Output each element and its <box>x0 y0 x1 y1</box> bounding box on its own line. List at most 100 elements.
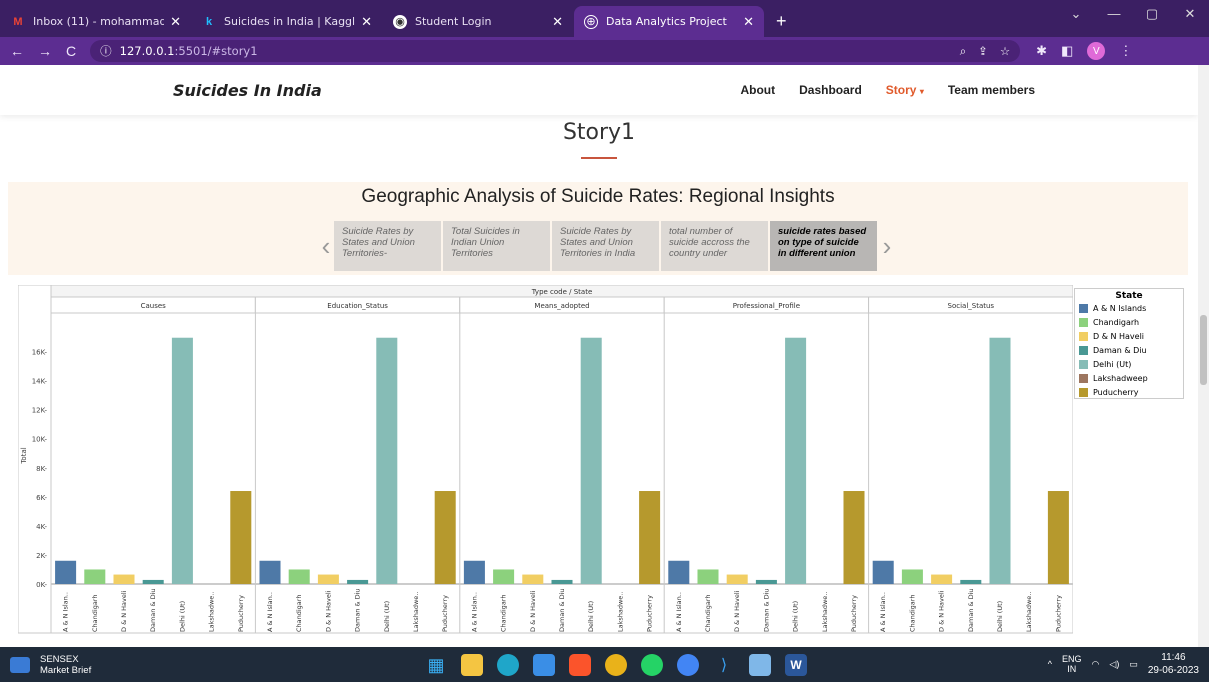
chevron-right-icon[interactable]: › <box>879 233 895 259</box>
tab-title: Suicides in India | Kaggle <box>224 15 356 28</box>
legend-item[interactable]: Daman & Diu <box>1075 343 1183 357</box>
site-nav: About Dashboard Story ▾ Team members <box>740 83 1035 97</box>
globe-icon: ⊕ <box>584 14 598 29</box>
close-icon[interactable]: ✕ <box>552 14 563 30</box>
legend-item[interactable]: Puducherry <box>1075 385 1183 399</box>
windows-start-icon[interactable]: ▦ <box>425 654 447 676</box>
system-tray: ^ ENG IN ◠ ◁) ▭ 11:46 29-06-2023 <box>1048 651 1199 677</box>
sensex-widget[interactable]: SENSEX Market Brief <box>10 654 91 676</box>
edge-icon[interactable] <box>497 654 519 676</box>
taskbar-apps: ▦ ⟩ W <box>425 654 807 676</box>
x-tick-label: D & N Haveli <box>324 590 332 632</box>
legend-item[interactable]: Lakshadweep <box>1075 371 1183 385</box>
x-tick-label: A & N Islan.. <box>266 592 274 632</box>
nav-about[interactable]: About <box>740 83 775 97</box>
close-icon[interactable]: ✕ <box>170 14 181 30</box>
bookmark-star-icon[interactable]: ☆ <box>1000 44 1010 59</box>
url-path: :5501/#story1 <box>174 44 258 58</box>
bar <box>55 560 77 584</box>
globe-icon: ◉ <box>393 14 407 29</box>
gmail-icon: M <box>13 15 23 28</box>
address-bar-row: ← → C ⓘ 127.0.0.1:5501/#story1 ⌕ ⇪ ☆ ✱ ◧… <box>0 37 1209 65</box>
whatsapp-icon[interactable] <box>641 654 663 676</box>
brave-icon[interactable] <box>569 654 591 676</box>
back-icon[interactable]: ← <box>10 43 24 59</box>
chrome-profile-icon[interactable] <box>677 654 699 676</box>
tab-title: Data Analytics Project <box>606 15 727 28</box>
x-tick-label: Daman & Diu <box>762 588 770 632</box>
story-point-5[interactable]: suicide rates based on type of suicide i… <box>770 221 877 271</box>
y-tick-label: 14K- <box>32 378 48 386</box>
nav-team-members[interactable]: Team members <box>948 83 1035 97</box>
store-icon[interactable] <box>533 654 555 676</box>
new-tab-button[interactable]: + <box>764 6 799 37</box>
chevron-left-icon[interactable]: ‹ <box>318 233 334 259</box>
legend-item[interactable]: Chandigarh <box>1075 315 1183 329</box>
file-explorer-icon[interactable] <box>461 654 483 676</box>
url-field[interactable]: ⓘ 127.0.0.1:5501/#story1 ⌕ ⇪ ☆ <box>90 40 1021 62</box>
language-indicator[interactable]: ENG IN <box>1062 654 1082 674</box>
zoom-icon[interactable]: ⌕ <box>960 44 966 59</box>
bar <box>872 560 894 584</box>
wifi-icon[interactable]: ◠ <box>1092 659 1100 670</box>
tableau-embed[interactable]: Geographic Analysis of Suicide Rates: Re… <box>8 182 1188 647</box>
scrollbar-thumb[interactable] <box>1200 315 1207 385</box>
story-point-2[interactable]: Total Suicides in Indian Union Territori… <box>443 221 550 271</box>
reload-icon[interactable]: C <box>66 43 76 59</box>
url-host: 127.0.0.1 <box>119 44 175 58</box>
restore-button[interactable]: ▢ <box>1133 6 1171 22</box>
legend-label: Lakshadweep <box>1093 373 1148 383</box>
tab-student-login[interactable]: ◉ Student Login ✕ <box>383 6 573 37</box>
story-point-3[interactable]: Suicide Rates by States and Union Territ… <box>552 221 659 271</box>
nav-dashboard[interactable]: Dashboard <box>799 83 862 97</box>
volume-icon[interactable]: ◁) <box>1109 659 1119 670</box>
story-point-4[interactable]: total number of suicide accross the coun… <box>661 221 768 271</box>
close-icon[interactable]: ✕ <box>361 14 372 30</box>
x-tick-label: A & N Islan.. <box>470 592 478 632</box>
legend-item[interactable]: Delhi (Ut) <box>1075 357 1183 371</box>
share-icon[interactable]: ⇪ <box>978 44 988 59</box>
vscode-icon[interactable]: ⟩ <box>713 654 735 676</box>
clock[interactable]: 11:46 29-06-2023 <box>1148 651 1199 677</box>
y-tick-label: 0K- <box>36 581 47 589</box>
legend-item[interactable]: D & N Haveli <box>1075 329 1183 343</box>
bar <box>259 560 281 584</box>
avatar[interactable]: V <box>1087 42 1106 60</box>
menu-icon[interactable]: ⋮ <box>1119 43 1132 59</box>
panel-label: Social_Status <box>948 302 995 310</box>
x-tick-label: Lakshadwe.. <box>208 592 216 632</box>
bar <box>230 491 252 584</box>
x-tick-label: D & N Haveli <box>120 590 128 632</box>
tab-inbox[interactable]: M Inbox (11) - mohammad.rasheed ✕ <box>1 6 191 37</box>
story-navigator: ‹ Suicide Rates by States and Union Terr… <box>318 221 895 271</box>
x-tick-label: Chandigarh <box>908 595 916 632</box>
bar <box>931 574 953 584</box>
legend-item[interactable]: A & N Islands <box>1075 301 1183 315</box>
tab-search-icon[interactable]: ⌄ <box>1057 6 1095 22</box>
story-point-1[interactable]: Suicide Rates by States and Union Territ… <box>334 221 441 271</box>
site-brand[interactable]: Suicides In India <box>173 81 322 100</box>
y-axis-label: Total <box>20 447 28 464</box>
forward-icon[interactable]: → <box>38 43 52 59</box>
close-window-button[interactable]: ✕ <box>1171 6 1209 22</box>
chevron-up-icon[interactable]: ^ <box>1048 659 1052 669</box>
tab-kaggle[interactable]: k Suicides in India | Kaggle ✕ <box>192 6 382 37</box>
stock-widget-icon <box>10 656 30 673</box>
minimize-button[interactable]: — <box>1095 6 1133 22</box>
nav-story[interactable]: Story ▾ <box>886 83 924 97</box>
sidebar-icon[interactable]: ◧ <box>1061 43 1073 59</box>
chrome-icon[interactable] <box>605 654 627 676</box>
x-tick-label: Puducherry <box>850 595 858 632</box>
extensions-icon[interactable]: ✱ <box>1036 43 1047 59</box>
panel-label: Education_Status <box>327 302 388 310</box>
tab-data-analytics[interactable]: ⊕ Data Analytics Project ✕ <box>574 6 764 37</box>
x-tick-label: Lakshadwe.. <box>412 592 420 632</box>
word-icon[interactable]: W <box>785 654 807 676</box>
page-scrollbar[interactable] <box>1198 65 1209 647</box>
bar <box>755 579 777 584</box>
close-icon[interactable]: ✕ <box>743 14 754 30</box>
snipping-tool-icon[interactable] <box>749 654 771 676</box>
battery-icon[interactable]: ▭ <box>1129 659 1138 670</box>
info-icon[interactable]: ⓘ <box>100 43 112 59</box>
time: 11:46 <box>1161 652 1186 663</box>
